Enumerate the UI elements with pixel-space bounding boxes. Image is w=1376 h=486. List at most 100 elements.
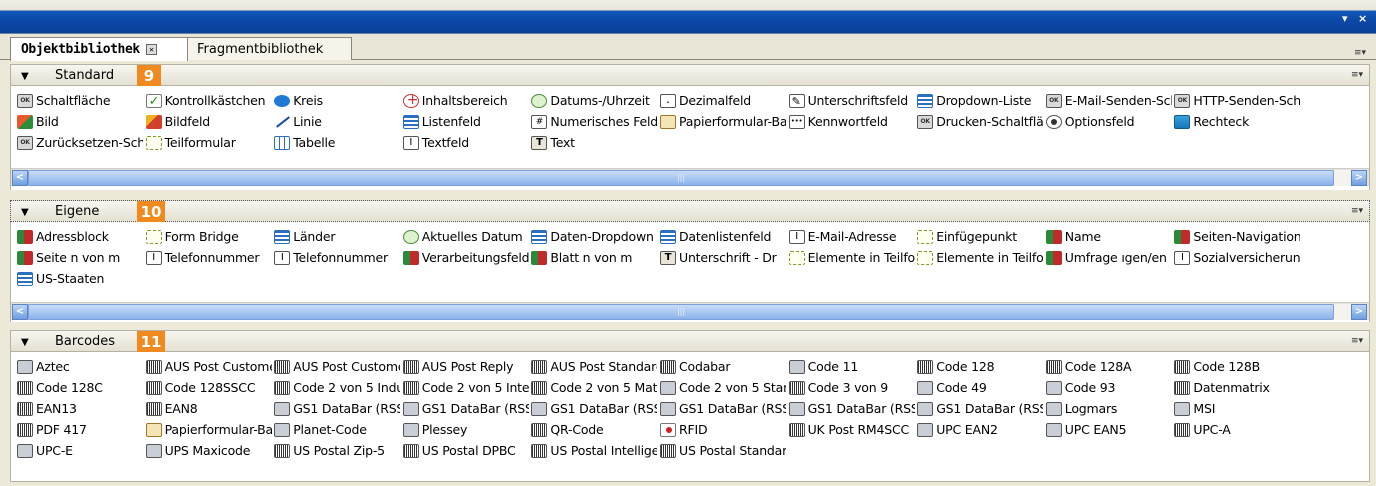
library-item[interactable]: Aztec (15, 357, 143, 377)
section-header-barcodes[interactable]: ▼ Barcodes 11 ≡▾ (10, 330, 1370, 353)
library-item[interactable]: GS1 DataBar (RSS) (658, 399, 786, 419)
chevron-down-icon[interactable]: ▾ (1342, 12, 1348, 25)
section-header-standard[interactable]: ▼ Standard 9 ≡▾ (10, 64, 1370, 87)
library-item[interactable]: Code 2 von 5 Standard (658, 378, 786, 398)
scroll-left-icon[interactable]: < (12, 170, 28, 186)
library-item[interactable]: Datenlistenfeld (658, 227, 786, 247)
library-item[interactable]: Seite n von m (15, 248, 143, 268)
library-item[interactable]: T Text (529, 133, 657, 153)
library-item[interactable]: OK Schaltfläche (15, 91, 143, 111)
library-item[interactable]: I E-Mail-Adresse (787, 227, 915, 247)
tab-objektbibliothek[interactable]: Objektbibliothek ✕ (10, 37, 188, 61)
library-item[interactable]: OKZurücksetzen-Schaltfläche (15, 133, 143, 153)
library-item[interactable]: GS1 DataBar (RSS) (787, 399, 915, 419)
collapse-triangle-icon[interactable]: ▼ (21, 337, 29, 348)
scroll-left-icon[interactable]: < (12, 304, 28, 320)
library-item[interactable]: AUS Post Customer (144, 357, 272, 377)
library-item[interactable]: UPC EAN5 (1044, 420, 1172, 440)
library-item[interactable]: PDF 417 (15, 420, 143, 440)
library-item[interactable]: Unterschriftsfeld (787, 91, 915, 111)
library-item[interactable]: GS1 DataBar (RSS) (529, 399, 657, 419)
scroll-right-icon[interactable]: > (1351, 304, 1367, 320)
library-item[interactable]: MSI (1172, 399, 1300, 419)
library-item[interactable]: UK Post RM4SCC (787, 420, 915, 440)
library-item[interactable]: Listenfeld (401, 112, 529, 132)
library-item[interactable]: Umfrage ıgen/en (1044, 248, 1172, 268)
library-item[interactable]: Form Bridge (144, 227, 272, 247)
library-item[interactable]: Rechteck (1172, 112, 1300, 132)
library-item[interactable]: AUS Post Customer (272, 357, 400, 377)
library-item[interactable]: Dezimalfeld (658, 91, 786, 111)
library-item[interactable]: Datenmatrix (1172, 378, 1300, 398)
library-item[interactable]: Code 93 (1044, 378, 1172, 398)
library-item[interactable]: Aktuelles Datum (401, 227, 529, 247)
library-item[interactable]: RFID (658, 420, 786, 440)
library-item[interactable]: Code 11 (787, 357, 915, 377)
scroll-thumb[interactable]: ||| (28, 304, 1334, 320)
library-item[interactable]: EAN13 (15, 399, 143, 419)
library-item[interactable]: AUS Post Reply (401, 357, 529, 377)
library-item[interactable]: Papierformular-Barcode (144, 420, 272, 440)
library-item[interactable]: UPC-A (1172, 420, 1300, 440)
panel-menu-icon[interactable]: ≡▾ (1354, 48, 1366, 58)
scroll-right-icon[interactable]: > (1351, 170, 1367, 186)
library-item[interactable]: Code 2 von 5 Matrix (529, 378, 657, 398)
library-item[interactable]: I Telefonnummer (144, 248, 272, 268)
close-icon[interactable]: ✕ (145, 44, 157, 55)
library-item[interactable]: I Textfeld (401, 133, 529, 153)
library-item[interactable]: OKHTTP-Senden-Schaltfläche (1172, 91, 1300, 111)
library-item[interactable]: Logmars (1044, 399, 1172, 419)
library-item[interactable]: GS1 DataBar (RSS) (915, 399, 1043, 419)
library-item[interactable]: QR-Code (529, 420, 657, 440)
library-item[interactable]: # Numerisches Feld (529, 112, 657, 132)
library-item[interactable]: UPC EAN2 (915, 420, 1043, 440)
library-item[interactable]: Code 128 (915, 357, 1043, 377)
library-item[interactable]: Optionsfeld (1044, 112, 1172, 132)
library-item[interactable]: Code 128A (1044, 357, 1172, 377)
section-menu-icon[interactable]: ≡▾ (1351, 70, 1363, 80)
library-item[interactable]: Elemente in Teilformular (787, 248, 915, 268)
library-item[interactable]: GS1 DataBar (RSS) (272, 399, 400, 419)
collapse-triangle-icon[interactable]: ▼ (21, 71, 29, 82)
library-item[interactable]: T Unterschrift - Dr (658, 248, 786, 268)
library-item[interactable]: US Postal Zip-5 (272, 441, 400, 461)
library-item[interactable]: EAN8 (144, 399, 272, 419)
horizontal-scrollbar[interactable]: < ||| > (11, 168, 1369, 186)
library-item[interactable]: Code 49 (915, 378, 1043, 398)
library-item[interactable]: Code 2 von 5 Interleaved (401, 378, 529, 398)
library-item[interactable]: Inhaltsbereich (401, 91, 529, 111)
library-item[interactable]: Länder (272, 227, 400, 247)
library-item[interactable]: Code 3 von 9 (787, 378, 915, 398)
scroll-track[interactable] (1334, 170, 1351, 186)
library-item[interactable]: Planet-Code (272, 420, 400, 440)
library-item[interactable]: ••• Kennwortfeld (787, 112, 915, 132)
library-item[interactable]: Kreis (272, 91, 400, 111)
library-item[interactable]: Bildfeld (144, 112, 272, 132)
library-item[interactable]: Seiten-Navigation (1172, 227, 1300, 247)
library-item[interactable]: Code 2 von 5 Industrial (272, 378, 400, 398)
library-item[interactable]: Einfügepunkt (915, 227, 1043, 247)
library-item[interactable]: Datums-/Uhrzeit (529, 91, 657, 111)
library-item[interactable]: GS1 DataBar (RSS) (401, 399, 529, 419)
library-item[interactable]: UPC-E (15, 441, 143, 461)
library-item[interactable]: US Postal Standard (658, 441, 786, 461)
library-item[interactable]: Teilformular (144, 133, 272, 153)
library-item[interactable]: Blatt n von m (529, 248, 657, 268)
library-item[interactable]: US Postal DPBC (401, 441, 529, 461)
library-item[interactable]: Code 128B (1172, 357, 1300, 377)
library-item[interactable]: Dropdown-Liste (915, 91, 1043, 111)
library-item[interactable]: ISozialversicherungsnummer (1172, 248, 1300, 268)
library-item[interactable]: Name (1044, 227, 1172, 247)
library-item[interactable]: Code 128C (15, 378, 143, 398)
section-menu-icon[interactable]: ≡▾ (1351, 206, 1363, 216)
scroll-track[interactable] (1334, 304, 1351, 320)
section-header-eigene[interactable]: ▼ Eigene 10 ≡▾ (10, 200, 1370, 223)
collapse-triangle-icon[interactable]: ▼ (21, 207, 29, 218)
library-item[interactable]: AUS Post Standard (529, 357, 657, 377)
library-item[interactable]: Tabelle (272, 133, 400, 153)
library-item[interactable]: Codabar (658, 357, 786, 377)
library-item[interactable]: Kontrollkästchen (144, 91, 272, 111)
library-item[interactable]: Code 128SSCC (144, 378, 272, 398)
library-item[interactable]: Plessey (401, 420, 529, 440)
library-item[interactable]: Linie (272, 112, 400, 132)
